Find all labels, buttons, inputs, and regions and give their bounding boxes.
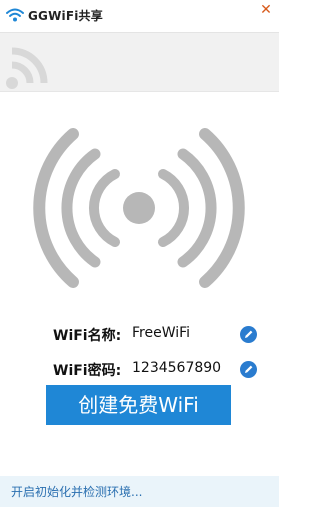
wifi-logo-icon — [6, 8, 24, 22]
header-banner — [0, 32, 279, 92]
wifi-password-row: WiFi密码: 1234567890 — [0, 358, 279, 382]
wifi-password-value[interactable]: 1234567890 — [132, 360, 221, 376]
window-title: GGWiFi共享 — [28, 9, 103, 23]
pencil-icon — [245, 330, 253, 338]
wifi-broadcast-icon — [33, 128, 245, 288]
title-bar: GGWiFi共享 ✕ — [0, 0, 279, 32]
wifi-watermark-icon — [6, 47, 48, 89]
close-button[interactable]: ✕ — [259, 3, 273, 17]
create-wifi-button[interactable]: 创建免费WiFi — [46, 385, 231, 425]
wifi-name-value[interactable]: FreeWiFi — [132, 325, 190, 341]
wifi-name-row: WiFi名称: FreeWiFi — [0, 323, 279, 347]
edit-password-button[interactable] — [240, 361, 257, 378]
edit-name-button[interactable] — [240, 326, 257, 343]
wifi-name-label: WiFi名称: — [53, 328, 122, 344]
status-bar: 开启初始化并检测环境... — [0, 476, 279, 507]
status-message: 开启初始化并检测环境... — [11, 485, 143, 499]
pencil-icon — [245, 365, 253, 373]
close-icon: ✕ — [260, 2, 272, 18]
wifi-password-label: WiFi密码: — [53, 363, 122, 379]
